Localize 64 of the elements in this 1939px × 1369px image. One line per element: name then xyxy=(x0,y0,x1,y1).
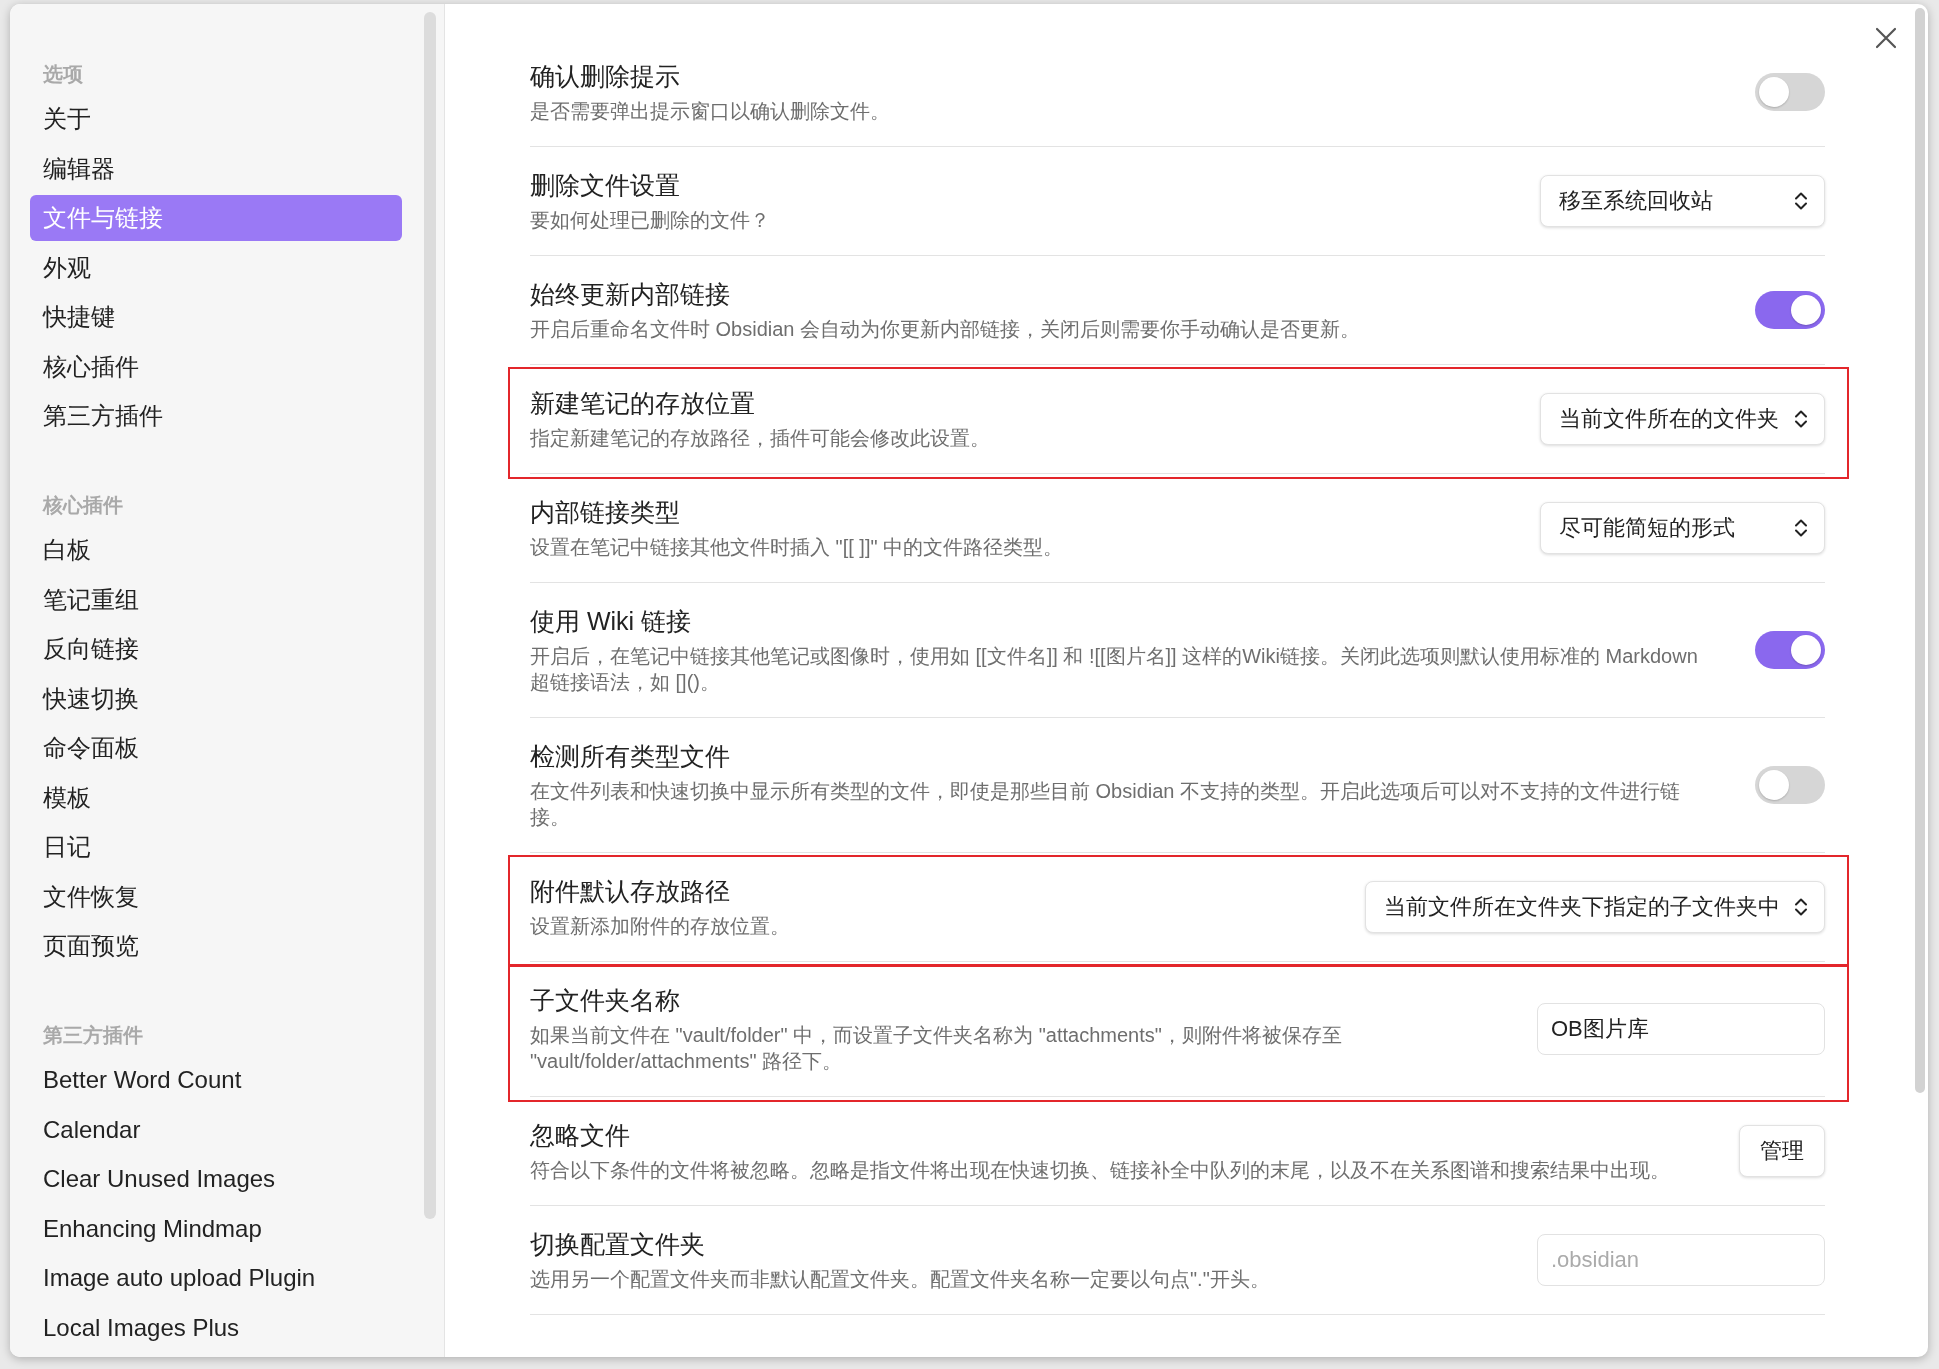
dropdown[interactable]: 移至系统回收站 xyxy=(1540,175,1825,227)
toggle-switch[interactable] xyxy=(1755,73,1825,111)
setting-title: 子文件夹名称 xyxy=(530,985,681,1016)
sidebar-item[interactable]: 日记 xyxy=(30,824,402,870)
sidebar-heading: 选项 xyxy=(42,62,84,87)
setting-title: 使用 Wiki 链接 xyxy=(530,606,693,637)
dropdown[interactable]: 当前文件所在文件夹下指定的子文件夹中 xyxy=(1365,881,1825,933)
sidebar-item[interactable]: 编辑器 xyxy=(30,145,402,192)
setting-description: 设置新添加附件的存放位置。 xyxy=(530,914,791,939)
sidebar-item[interactable]: 反向链接 xyxy=(30,626,402,672)
setting-title: 始终更新内部链接 xyxy=(530,279,731,310)
setting-description: 开启后，在笔记中链接其他笔记或图像时，使用如 [[文件名]] 和 ![[图片名]] 这样的Wiki链接。关闭此选项则默认使用标准的 Markdown 超链接语法，如 []()。 xyxy=(530,644,1699,695)
setting-title: 切换配置文件夹 xyxy=(530,1229,706,1260)
sidebar-item[interactable]: 快速切换 xyxy=(30,675,402,722)
text-field[interactable]: .obsidian xyxy=(1537,1234,1825,1286)
manage-button[interactable]: 管理 xyxy=(1739,1125,1825,1177)
scrollbar-thumb[interactable] xyxy=(1915,8,1925,1093)
setting-title: 检测所有类型文件 xyxy=(530,741,731,772)
sidebar-item[interactable]: Image auto upload Plugin xyxy=(30,1255,402,1301)
text-field[interactable]: OB图片库 xyxy=(1537,1003,1825,1055)
setting-description: 如果当前文件在 "vault/folder" 中，而设置子文件夹名称为 "attachments"，则附件将被保存至 "vault/folder/attachments" 路径下。 xyxy=(530,1023,1343,1074)
setting-description: 符合以下条件的文件将被忽略。忽略是指文件将出现在快速切换、链接补全中队列的末尾，以及不在关系图谱和搜索结果中出现。 xyxy=(530,1158,1671,1183)
sidebar-heading: 第三方插件 xyxy=(42,1023,144,1048)
setting-title: 新建笔记的存放位置 xyxy=(530,388,756,419)
setting-description: 指定新建笔记的存放路径，插件可能会修改此设置。 xyxy=(530,426,991,451)
sidebar-item[interactable]: 文件恢复 xyxy=(30,873,402,920)
sidebar-item[interactable]: 快捷键 xyxy=(30,294,402,340)
setting-title: 删除文件设置 xyxy=(530,170,681,201)
setting-title: 内部链接类型 xyxy=(530,497,681,528)
sidebar-item[interactable]: 外观 xyxy=(30,244,402,291)
dropdown[interactable]: 尽可能简短的形式 xyxy=(1540,502,1825,554)
toggle-switch[interactable] xyxy=(1755,766,1825,804)
sidebar-item[interactable]: 模板 xyxy=(30,774,402,821)
sidebar-item[interactable]: Calendar xyxy=(30,1106,402,1153)
setting-description: 是否需要弹出提示窗口以确认删除文件。 xyxy=(530,99,891,124)
setting-title: 附件默认存放路径 xyxy=(530,876,731,907)
toggle-switch[interactable] xyxy=(1755,631,1825,669)
setting-title: 确认删除提示 xyxy=(530,61,681,92)
setting-description: 要如何处理已删除的文件？ xyxy=(530,208,771,233)
chevron-updown-icon xyxy=(1794,897,1808,917)
sidebar-item[interactable]: Clear Unused Images xyxy=(30,1156,402,1202)
chevron-updown-icon xyxy=(1794,191,1808,211)
setting-description: 设置在笔记中链接其他文件时插入 "[[ ]]" 中的文件路径类型。 xyxy=(530,535,1065,560)
setting-description: 在文件列表和快速切换中显示所有类型的文件，即使是那些目前 Obsidian 不支持的类型。开启此选项后可以对不支持的文件进行链接。 xyxy=(530,779,1682,830)
close-icon[interactable] xyxy=(1875,27,1897,49)
sidebar-item[interactable]: Enhancing Mindmap xyxy=(30,1205,402,1252)
chevron-updown-icon xyxy=(1794,409,1808,429)
sidebar-item[interactable]: 核心插件 xyxy=(30,343,402,390)
setting-description: 选用另一个配置文件夹而非默认配置文件夹。配置文件夹名称一定要以句点"."开头。 xyxy=(530,1267,1271,1292)
dropdown[interactable]: 当前文件所在的文件夹 xyxy=(1540,393,1825,445)
sidebar-item[interactable]: 页面预览 xyxy=(30,923,402,969)
sidebar-heading: 核心插件 xyxy=(41,493,124,518)
chevron-updown-icon xyxy=(1794,518,1808,538)
sidebar-item[interactable]: 命令面板 xyxy=(30,725,402,771)
sidebar-item[interactable]: 白板 xyxy=(30,527,402,573)
setting-description: 开启后重命名文件时 Obsidian 会自动为你更新内部链接，关闭后则需要你手动确认是否更新。 xyxy=(530,317,1362,342)
sidebar-item[interactable]: Better Word Count xyxy=(30,1057,402,1103)
sidebar-item[interactable]: 关于 xyxy=(30,96,402,142)
sidebar-item[interactable]: 笔记重组 xyxy=(30,576,402,623)
scrollbar-thumb[interactable] xyxy=(424,12,436,1219)
sidebar-item[interactable]: 第三方插件 xyxy=(30,393,402,439)
sidebar-item[interactable]: Local Images Plus xyxy=(30,1304,402,1351)
toggle-switch[interactable] xyxy=(1755,291,1825,329)
setting-title: 忽略文件 xyxy=(530,1120,631,1151)
